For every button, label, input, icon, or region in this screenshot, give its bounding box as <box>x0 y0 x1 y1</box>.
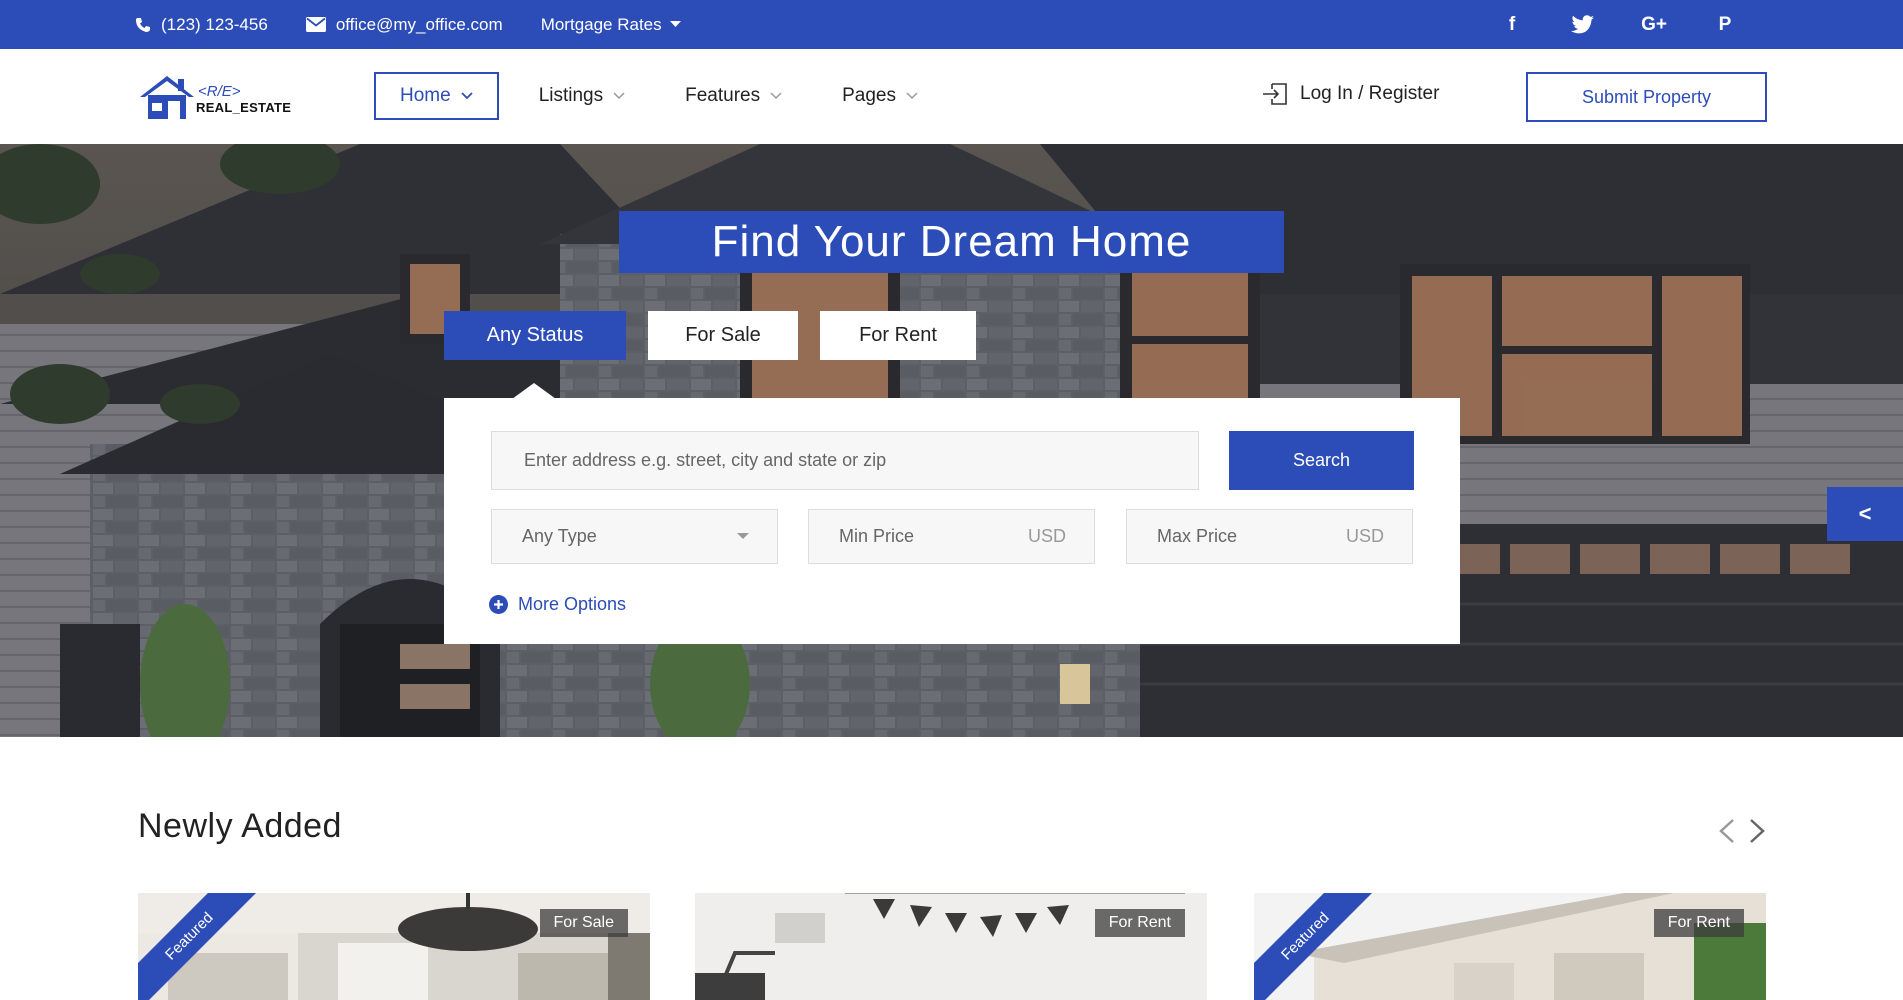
status-badge: For Sale <box>539 909 628 937</box>
sign-in-icon <box>1263 83 1287 105</box>
listing-card[interactable]: Featured For Rent <box>1254 893 1766 1000</box>
nav-item-label: Home <box>400 85 451 106</box>
house-logo-icon <box>140 76 194 119</box>
email-address: office@my_office.com <box>335 14 503 34</box>
envelope-icon <box>305 17 326 32</box>
caret-down-icon <box>669 21 681 27</box>
tab-any-status[interactable]: Any Status <box>444 311 626 360</box>
plus-circle-icon <box>489 595 508 614</box>
phone-number: (123) 123-456 <box>161 14 268 34</box>
chevron-down-icon <box>461 92 473 100</box>
nav-item-label: Features <box>685 85 761 106</box>
address-search-input[interactable]: Enter address e.g. street, city and stat… <box>491 431 1199 490</box>
chevron-left-icon <box>1719 819 1734 843</box>
google-plus-icon[interactable]: G+ <box>1641 14 1667 36</box>
nav-item-pages[interactable]: Pages <box>832 72 928 120</box>
min-price-label: Min Price <box>839 526 915 546</box>
more-options-label: More Options <box>518 594 627 614</box>
currency-unit: USD <box>1345 526 1384 546</box>
main-navbar: <R/E> REAL_ESTATE Home Listings Features… <box>0 49 1903 144</box>
top-bar: (123) 123-456 office@my_office.com Mortg… <box>0 0 1903 49</box>
max-price-label: Max Price <box>1157 526 1238 546</box>
logo-text: REAL_ESTATE <box>196 100 292 115</box>
search-panel: Enter address e.g. street, city and stat… <box>444 398 1460 644</box>
hero-section: Find Your Dream Home Any Status For Sale… <box>0 144 1903 737</box>
carousel-arrows <box>1708 818 1768 844</box>
currency-unit: USD <box>1027 526 1066 546</box>
chevron-down-icon <box>613 92 625 100</box>
min-price-input[interactable]: Min Price USD <box>808 509 1095 564</box>
listing-card[interactable]: Featured For Sale <box>138 893 650 1000</box>
login-register-link[interactable]: Log In / Register <box>1262 83 1439 105</box>
chevron-right-icon <box>1750 819 1765 843</box>
facebook-icon[interactable]: f <box>1499 14 1525 36</box>
main-menu: Home Listings Features Pages <box>374 72 968 120</box>
section-title-newly-added: Newly Added <box>138 807 342 845</box>
search-button[interactable]: Search <box>1229 431 1414 490</box>
nav-item-features[interactable]: Features <box>675 72 792 120</box>
contact-info: (123) 123-456 office@my_office.com Mortg… <box>135 0 729 49</box>
submit-property-button[interactable]: Submit Property <box>1526 72 1767 122</box>
logo-code: <R/E> <box>198 83 241 100</box>
status-tabs: Any Status For Sale For Rent <box>444 311 998 360</box>
nav-item-home[interactable]: Home <box>374 72 499 120</box>
mortgage-rates-dropdown[interactable]: Mortgage Rates <box>541 15 691 35</box>
status-badge: For Rent <box>1653 909 1744 937</box>
phone-icon <box>136 17 150 32</box>
tab-for-sale[interactable]: For Sale <box>648 311 798 360</box>
login-register-label: Log In / Register <box>1300 83 1440 104</box>
email-item[interactable]: office@my_office.com <box>305 14 503 35</box>
pinterest-icon[interactable]: P <box>1712 14 1738 36</box>
side-panel-toggle[interactable]: < <box>1827 487 1903 541</box>
property-type-select[interactable]: Any Type <box>491 509 778 564</box>
active-tab-pointer <box>512 383 556 399</box>
tab-for-rent[interactable]: For Rent <box>820 311 976 360</box>
nav-item-label: Pages <box>842 85 896 106</box>
chevron-left-icon: < <box>1858 501 1872 526</box>
social-links: f G+ P <box>1454 0 1738 49</box>
more-options-link[interactable]: More Options <box>489 594 626 615</box>
carousel-prev-button[interactable] <box>1716 818 1738 844</box>
carousel-next-button[interactable] <box>1746 818 1768 844</box>
nav-item-label: Listings <box>538 85 604 106</box>
max-price-input[interactable]: Max Price USD <box>1126 509 1413 564</box>
twitter-icon[interactable] <box>1570 14 1596 35</box>
status-badge: For Rent <box>1094 909 1185 937</box>
mortgage-rates-label: Mortgage Rates <box>540 14 662 34</box>
caret-down-icon <box>737 533 749 539</box>
hero-title: Find Your Dream Home <box>619 211 1284 273</box>
logo[interactable]: <R/E> REAL_ESTATE <box>138 73 308 121</box>
nav-item-listings[interactable]: Listings <box>529 72 635 120</box>
property-type-label: Any Type <box>522 526 597 546</box>
listing-card[interactable]: For Rent <box>695 893 1207 1000</box>
chevron-down-icon <box>906 92 918 100</box>
phone-item[interactable]: (123) 123-456 <box>135 15 268 35</box>
chevron-down-icon <box>770 92 782 100</box>
